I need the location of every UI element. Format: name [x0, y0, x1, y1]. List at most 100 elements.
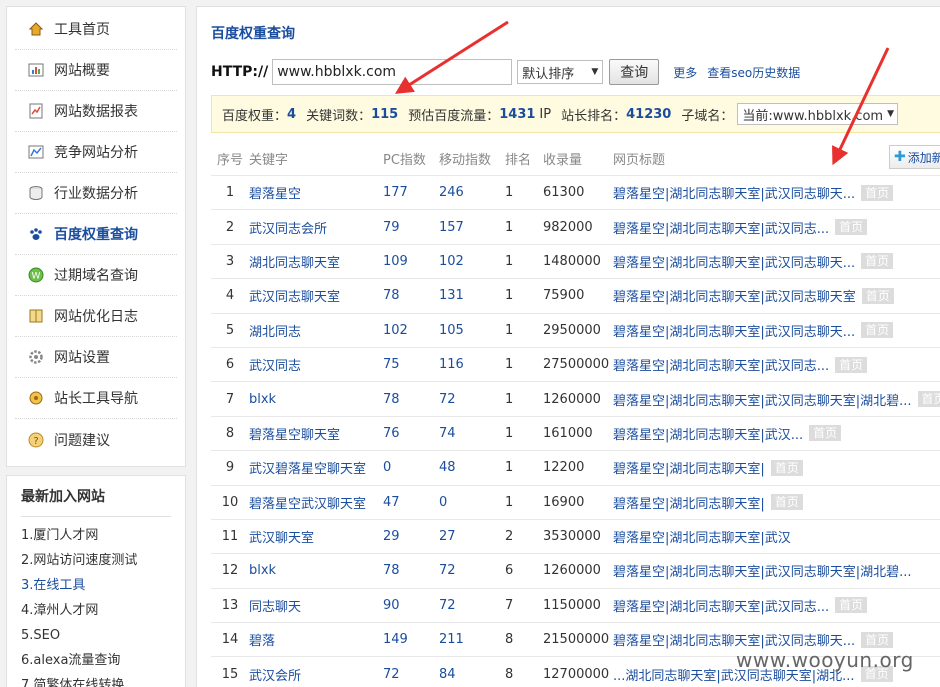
page-title-link[interactable]: 碧落星空|湖北同志聊天室|: [613, 493, 765, 512]
recent-site-item[interactable]: 5.SEO: [21, 623, 171, 648]
cell-kw[interactable]: 同志聊天: [249, 596, 383, 615]
cell-mob[interactable]: 72: [439, 563, 505, 578]
page-title: 百度权重查询: [211, 26, 295, 42]
cell-mob[interactable]: 246: [439, 185, 505, 200]
cell-mob[interactable]: 74: [439, 426, 505, 441]
cell-mob[interactable]: 72: [439, 392, 505, 407]
domain-input[interactable]: [272, 59, 513, 85]
page-title-link[interactable]: 碧落星空|湖北同志聊天室|武汉同志聊天室: [613, 286, 856, 305]
cell-pc[interactable]: 78: [383, 563, 439, 578]
cell-kw[interactable]: 武汉同志: [249, 355, 383, 374]
page-title-link[interactable]: 碧落星空|湖北同志聊天室|武汉同志聊天...: [613, 252, 855, 271]
page-title-link[interactable]: 碧落星空|湖北同志聊天室|武汉同志聊天...: [613, 183, 855, 202]
sidebar-item-label: 站长工具导航: [54, 391, 138, 407]
cell-kw[interactable]: 武汉碧落星空聊天室: [249, 458, 383, 477]
sidebar-item-2[interactable]: 网站数据报表: [15, 91, 177, 132]
seo-history-link[interactable]: 查看seo历史数据: [707, 64, 800, 81]
homepage-tag: 首页: [809, 425, 842, 442]
sidebar-item-1[interactable]: 网站概要: [15, 50, 177, 91]
sidebar-item-0[interactable]: 工具首页: [15, 9, 177, 50]
cell-kw[interactable]: 碧落: [249, 630, 383, 649]
sidebar-item-10[interactable]: ? 问题建议: [15, 419, 177, 460]
table-row: 2 武汉同志会所 79 157 1 982000 碧落星空|湖北同志聊天室|武汉同志... 首…: [211, 209, 940, 243]
cell-kw[interactable]: 碧落星空聊天室: [249, 424, 383, 443]
cell-mob[interactable]: 116: [439, 357, 505, 372]
cell-idx: 6: [225, 357, 235, 373]
cell-pc[interactable]: 0: [383, 460, 439, 475]
cell-pc[interactable]: 78: [383, 392, 439, 407]
cell-inc: 1260000: [543, 391, 601, 407]
page-title-link[interactable]: 碧落星空|湖北同志聊天室|武汉同志聊天...: [613, 630, 855, 649]
cell-pc[interactable]: 109: [383, 254, 439, 269]
cell-rank: 6: [505, 563, 514, 579]
page-title-link[interactable]: 碧落星空|湖北同志聊天室|武汉同志聊天...: [613, 321, 855, 340]
cell-pc[interactable]: 102: [383, 323, 439, 338]
page-title-link[interactable]: 碧落星空|湖北同志聊天室|: [613, 458, 765, 477]
cell-mob[interactable]: 72: [439, 598, 505, 613]
sidebar-item-8[interactable]: 网站设置: [15, 337, 177, 378]
page-title-link[interactable]: 碧落星空|湖北同志聊天室|武汉: [613, 527, 791, 546]
recent-site-item[interactable]: 6.alexa流量查询: [21, 648, 171, 673]
cell-mob[interactable]: 102: [439, 254, 505, 269]
cell-pc[interactable]: 75: [383, 357, 439, 372]
homepage-tag: 首页: [917, 391, 940, 408]
cell-kw[interactable]: 武汉同志会所: [249, 218, 383, 237]
more-link[interactable]: 更多: [673, 64, 697, 81]
cell-idx: 3: [225, 253, 235, 269]
cell-mob[interactable]: 84: [439, 667, 505, 682]
cell-pc[interactable]: 149: [383, 632, 439, 647]
cell-pc[interactable]: 90: [383, 598, 439, 613]
column-header: 网页标题: [613, 152, 666, 168]
sidebar-item-9[interactable]: 站长工具导航: [15, 378, 177, 419]
cell-mob[interactable]: 48: [439, 460, 505, 475]
cell-kw[interactable]: blxk: [249, 563, 383, 578]
cell-kw[interactable]: 湖北同志聊天室: [249, 252, 383, 271]
cell-inc: 161000: [543, 425, 593, 441]
recent-site-item[interactable]: 3.在线工具: [21, 573, 171, 598]
cell-kw[interactable]: 湖北同志: [249, 321, 383, 340]
cell-mob[interactable]: 27: [439, 529, 505, 544]
cell-inc: 12700000: [543, 666, 610, 682]
cell-kw[interactable]: 碧落星空: [249, 183, 383, 202]
query-button[interactable]: 查询: [609, 59, 660, 85]
sidebar-menu: 工具首页 网站概要 网站数据报表 竞争网站分析 行业数据分析 百度权重查询 W 过期域名查询网…: [6, 6, 186, 467]
subdomain-value: 当前:www.hbblxk.com: [742, 108, 884, 124]
cell-kw[interactable]: 武汉同志聊天室: [249, 286, 383, 305]
cell-mob[interactable]: 211: [439, 632, 505, 647]
cell-kw[interactable]: 碧落星空武汉聊天室: [249, 493, 383, 512]
recent-site-item[interactable]: 1.厦门人才网: [21, 523, 171, 548]
cell-pc[interactable]: 47: [383, 495, 439, 510]
subdomain-select[interactable]: 当前:www.hbblxk.com ▼: [737, 103, 898, 125]
cell-mob[interactable]: 131: [439, 288, 505, 303]
cell-kw[interactable]: 武汉会所: [249, 665, 383, 684]
cell-mob[interactable]: 105: [439, 323, 505, 338]
cell-title: 碧落星空|湖北同志聊天室|武汉同志... 首页: [613, 596, 940, 615]
cell-mob[interactable]: 157: [439, 220, 505, 235]
recent-site-item[interactable]: 7.简繁体在线转换: [21, 673, 171, 687]
page-title-link[interactable]: 碧落星空|湖北同志聊天室|武汉同志...: [613, 355, 829, 374]
sidebar-item-6[interactable]: W 过期域名查询: [15, 255, 177, 296]
recent-site-item[interactable]: 2.网站访问速度测试: [21, 548, 171, 573]
cell-kw[interactable]: 武汉聊天室: [249, 527, 383, 546]
cell-pc[interactable]: 177: [383, 185, 439, 200]
cell-pc[interactable]: 29: [383, 529, 439, 544]
page-title-link[interactable]: 碧落星空|湖北同志聊天室|武汉...: [613, 424, 803, 443]
cell-kw[interactable]: blxk: [249, 392, 383, 407]
page-title-link[interactable]: 碧落星空|湖北同志聊天室|武汉同志...: [613, 218, 829, 237]
weight-label: 百度权重：: [222, 108, 288, 124]
cell-pc[interactable]: 78: [383, 288, 439, 303]
sidebar-item-3[interactable]: 竞争网站分析: [15, 132, 177, 173]
cell-pc[interactable]: 79: [383, 220, 439, 235]
cell-pc[interactable]: 72: [383, 667, 439, 682]
page-title-link[interactable]: 碧落星空|湖北同志聊天室|武汉同志聊天室|湖北碧...: [613, 390, 912, 409]
sidebar-item-5[interactable]: 百度权重查询: [15, 214, 177, 255]
page-title-link[interactable]: 碧落星空|湖北同志聊天室|武汉同志...: [613, 596, 829, 615]
page-title-link[interactable]: 碧落星空|湖北同志聊天室|武汉同志聊天室|湖北碧...: [613, 561, 912, 580]
sidebar-item-7[interactable]: 网站优化日志: [15, 296, 177, 337]
cell-pc[interactable]: 76: [383, 426, 439, 441]
recent-site-item[interactable]: 4.漳州人才网: [21, 598, 171, 623]
homepage-tag: 首页: [770, 459, 803, 476]
sidebar-item-4[interactable]: 行业数据分析: [15, 173, 177, 214]
cell-mob[interactable]: 0: [439, 495, 505, 510]
sort-select[interactable]: 默认排序 ▼: [517, 60, 604, 84]
